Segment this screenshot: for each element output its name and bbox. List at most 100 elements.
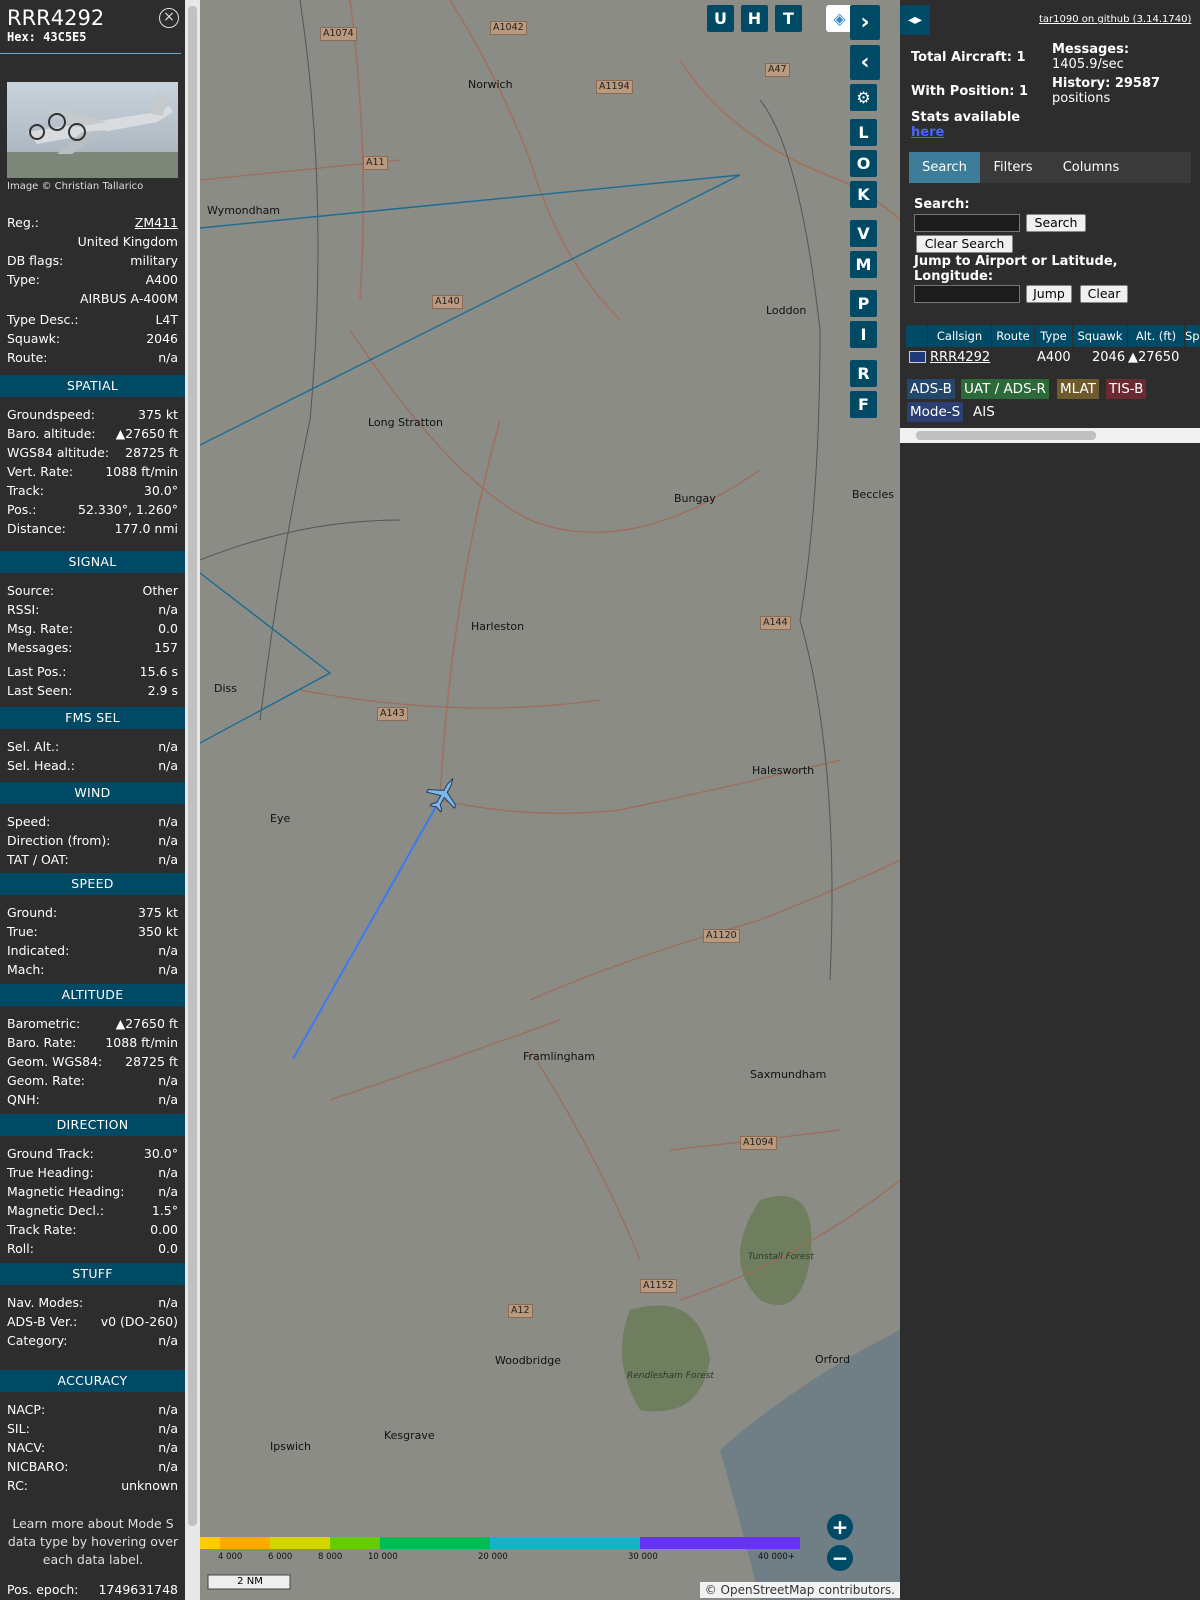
data-key[interactable]: Magnetic Decl.: <box>7 1201 104 1220</box>
data-key[interactable]: Pos.: <box>7 500 36 519</box>
data-key[interactable]: SIL: <box>7 1419 30 1438</box>
sidebar-scrollbar[interactable] <box>185 0 200 1600</box>
data-key[interactable]: Baro. altitude: <box>7 424 96 443</box>
map-toggle-o[interactable]: O <box>850 150 877 177</box>
data-value: unknown <box>121 1478 178 1493</box>
zoom-in-button[interactable]: + <box>827 1514 853 1540</box>
map-toggle-h[interactable]: H <box>741 5 768 32</box>
map-toggle-k[interactable]: K <box>850 181 877 208</box>
data-key[interactable]: Messages: <box>7 638 73 657</box>
map-view[interactable]: Norwich Wymondham Loddon Long Stratton Bunga… <box>200 0 900 1600</box>
layers-icon[interactable]: ◈ <box>826 5 853 32</box>
jump-button[interactable]: Jump <box>1026 285 1072 303</box>
sidebar-scroll-thumb[interactable] <box>188 6 197 1526</box>
data-key[interactable]: True Heading: <box>7 1163 94 1182</box>
data-key[interactable]: Indicated: <box>7 941 69 960</box>
data-row: Messages: 157 <box>7 638 178 657</box>
data-value: n/a <box>158 602 178 617</box>
data-key[interactable]: Baro. Rate: <box>7 1033 76 1052</box>
jump-input[interactable] <box>914 285 1020 303</box>
map-toggle-r[interactable]: R <box>850 360 877 387</box>
data-key[interactable]: Sel. Head.: <box>7 756 75 775</box>
map-toggle-f[interactable]: F <box>850 391 877 418</box>
data-key[interactable]: Geom. WGS84: <box>7 1052 102 1071</box>
map-toggle-v[interactable]: V <box>850 220 877 247</box>
github-link[interactable]: tar1090 on github (3.14.1740) <box>1039 14 1191 25</box>
data-key[interactable]: Distance: <box>7 519 66 538</box>
col-type[interactable]: Type <box>1035 325 1072 347</box>
stats-link[interactable]: here <box>911 125 944 140</box>
data-key[interactable]: Last Seen: <box>7 681 72 700</box>
section-header-altitude: ALTITUDE <box>0 984 185 1006</box>
data-key[interactable]: Last Pos.: <box>7 662 66 681</box>
data-key[interactable]: Nav. Modes: <box>7 1293 83 1312</box>
col-altitude[interactable]: Alt. (ft) <box>1128 325 1184 347</box>
tab-filters[interactable]: Filters <box>980 152 1046 183</box>
photo-credit: Image © Christian Tallarico <box>7 181 144 192</box>
data-key[interactable]: NICBARO: <box>7 1457 68 1476</box>
table-row[interactable]: RRR4292 A400 2046 ▲27650 <box>906 347 1200 369</box>
data-key[interactable]: QNH: <box>7 1090 40 1109</box>
close-icon[interactable]: × <box>159 8 179 28</box>
expand-right-icon[interactable]: › <box>850 5 880 40</box>
data-key[interactable]: Category: <box>7 1331 67 1350</box>
map-toggle-i[interactable]: I <box>850 321 877 348</box>
data-value: n/a <box>158 1459 178 1474</box>
table-horizontal-scrollbar[interactable] <box>900 428 1200 443</box>
data-key[interactable]: Mach: <box>7 960 44 979</box>
search-button[interactable]: Search <box>1026 214 1086 232</box>
collapse-left-icon[interactable]: ‹ <box>850 45 880 80</box>
toggle-panel-icon[interactable]: ◂▸ <box>900 5 930 35</box>
map-toggle-m[interactable]: M <box>850 251 877 278</box>
col-callsign[interactable]: Callsign <box>928 325 991 347</box>
data-key[interactable]: ADS-B Ver.: <box>7 1312 77 1331</box>
data-key[interactable]: Geom. Rate: <box>7 1071 85 1090</box>
data-key[interactable]: Groundspeed: <box>7 405 95 424</box>
zoom-out-button[interactable]: − <box>827 1545 853 1571</box>
data-key[interactable]: WGS84 altitude: <box>7 443 109 462</box>
data-key[interactable]: RSSI: <box>7 600 39 619</box>
data-key[interactable]: RC: <box>7 1476 28 1495</box>
data-key[interactable]: Sel. Alt.: <box>7 737 59 756</box>
data-key[interactable]: Direction (from): <box>7 831 111 850</box>
data-value: n/a <box>158 833 178 848</box>
data-key[interactable]: NACP: <box>7 1400 45 1419</box>
col-speed[interactable]: Sp <box>1185 325 1200 347</box>
clear-search-button[interactable]: Clear Search <box>916 235 1013 253</box>
data-key[interactable]: Vert. Rate: <box>7 462 73 481</box>
data-row: Nav. Modes: n/a <box>7 1293 178 1312</box>
data-key[interactable]: Magnetic Heading: <box>7 1182 124 1201</box>
clear-button[interactable]: Clear <box>1080 285 1128 303</box>
info-value[interactable]: ZM411 <box>135 213 178 232</box>
tab-search[interactable]: Search <box>909 152 980 183</box>
settings-gear-icon[interactable]: ⚙ <box>850 84 877 111</box>
map-toggle-p[interactable]: P <box>850 290 877 317</box>
search-input[interactable] <box>914 214 1020 232</box>
col-route[interactable]: Route <box>992 325 1034 347</box>
data-key[interactable]: Speed: <box>7 812 50 831</box>
data-key[interactable]: NACV: <box>7 1438 45 1457</box>
map-attribution[interactable]: © OpenStreetMap contributors. <box>699 1582 900 1598</box>
col-flag[interactable] <box>906 325 927 347</box>
map-toggle-u[interactable]: U <box>707 5 734 32</box>
data-key[interactable]: Ground: <box>7 903 57 922</box>
search-label: Search: <box>914 197 970 212</box>
data-key[interactable]: Ground Track: <box>7 1144 94 1163</box>
data-key[interactable]: True: <box>7 922 38 941</box>
data-key[interactable]: Msg. Rate: <box>7 619 73 638</box>
data-key[interactable]: Source: <box>7 581 54 600</box>
row-callsign[interactable]: RRR4292 <box>930 350 990 365</box>
tab-columns[interactable]: Columns <box>1046 152 1136 183</box>
table-scroll-thumb[interactable] <box>916 431 1096 440</box>
data-row: Barometric: ▲27650 ft <box>7 1014 178 1033</box>
data-key[interactable]: Roll: <box>7 1239 34 1258</box>
col-squawk[interactable]: Squawk <box>1073 325 1127 347</box>
data-key[interactable]: Barometric: <box>7 1014 80 1033</box>
data-key[interactable]: TAT / OAT: <box>7 850 69 869</box>
map-toggle-l[interactable]: L <box>850 119 877 146</box>
info-row: AIRBUS A-400M <box>7 289 178 308</box>
data-key[interactable]: Track Rate: <box>7 1220 77 1239</box>
map-toggle-t[interactable]: T <box>775 5 802 32</box>
data-value: 375 kt <box>138 905 178 920</box>
data-key[interactable]: Track: <box>7 481 44 500</box>
